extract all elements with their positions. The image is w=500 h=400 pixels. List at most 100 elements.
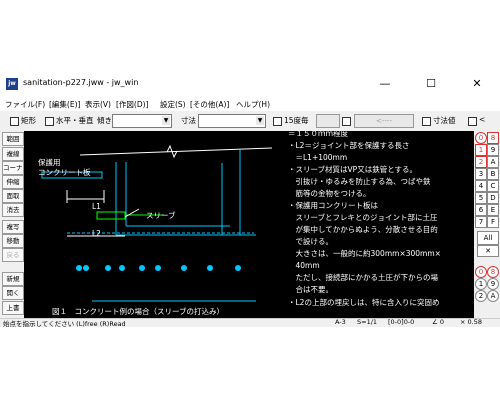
slope-label: 傾き: [97, 116, 112, 125]
menu-file[interactable]: ファイル(F): [5, 99, 45, 110]
dim-select[interactable]: ▼: [198, 114, 266, 128]
status-scale[interactable]: S=1/1: [357, 318, 377, 326]
layer-8[interactable]: 8: [487, 266, 499, 278]
chevron-down-icon: ▼: [256, 116, 264, 125]
menu-edit[interactable]: [編集(E)]: [49, 99, 80, 110]
gravel-hatch: [76, 265, 241, 271]
layer-group-3[interactable]: 3: [475, 168, 487, 180]
note-line: ・L2の上部の埋戻しは、特に含入りに突固め: [288, 298, 440, 307]
layer-group-0[interactable]: 0: [475, 132, 487, 144]
note-line: ・L2＝ジョイント部を保護する長さ: [288, 141, 410, 150]
menu-draw[interactable]: [作図(D)]: [116, 99, 148, 110]
layer-A[interactable]: A: [487, 290, 499, 302]
layer-group-B[interactable]: B: [487, 168, 499, 180]
close-button[interactable]: ✕: [454, 70, 500, 97]
layer-2[interactable]: 2: [475, 290, 487, 302]
tool-chamfer[interactable]: 面取: [2, 189, 24, 203]
deg15-label: 15度毎: [284, 116, 309, 125]
layer-group-1[interactable]: 1: [475, 144, 487, 156]
menu-view[interactable]: 表示(V): [85, 99, 111, 110]
status-bar: 始点を指示してください (L)free (R)Read A-3 S=1/1 [0…: [0, 318, 500, 328]
layer-group-8[interactable]: 8: [487, 132, 499, 144]
tool-corner[interactable]: コーナー: [2, 161, 24, 175]
layer-group-2[interactable]: 2: [475, 156, 487, 168]
dim-label: 寸法: [181, 116, 196, 125]
lt-checkbox[interactable]: [468, 117, 477, 126]
layer-0[interactable]: 0: [475, 266, 487, 278]
note-line: スリーブとフレキとのジョイント部に土圧: [288, 213, 438, 222]
tool-range[interactable]: 範囲: [2, 132, 24, 146]
slope-select[interactable]: ▼: [112, 114, 172, 128]
menu-help[interactable]: ヘルプ(H): [236, 99, 270, 110]
label-l1: L1: [92, 202, 101, 211]
maximize-button[interactable]: ☐: [408, 70, 454, 97]
note-line: 引抜け・ゆるみを防止する為、つばや鉄: [288, 177, 431, 186]
label-l2: L2: [92, 229, 101, 238]
grid-button-left[interactable]: [316, 114, 340, 128]
layer-group-C[interactable]: C: [487, 180, 499, 192]
tool-erase[interactable]: 消去: [2, 203, 24, 217]
hv-checkbox[interactable]: [45, 117, 54, 126]
note-line: 大きさは、一般的に約300mm×300mm×: [288, 249, 441, 258]
tool-offset[interactable]: 複線: [2, 147, 24, 161]
status-paper[interactable]: A-3: [335, 318, 346, 326]
status-layer[interactable]: [0-0]0-0: [388, 318, 414, 326]
arrows-button[interactable]: <----: [354, 114, 414, 128]
window-title: sanitation-p227.jww - jw_win: [23, 78, 139, 87]
lt-label: <: [479, 115, 486, 124]
note-line: が集中してかからぬよう、分散させる目的: [288, 225, 438, 234]
status-message: 始点を指示してください (L)free (R)Read: [3, 320, 126, 328]
tool-overwrite[interactable]: 上書: [2, 301, 24, 315]
note-line: ただし、接続部にかかる土圧が下からの場: [288, 273, 438, 282]
layer-group-7[interactable]: 7: [475, 216, 487, 228]
tool-undo[interactable]: 戻る: [2, 248, 24, 262]
tool-open[interactable]: 開く: [2, 286, 24, 300]
sleeve-rect: [96, 211, 126, 220]
dimval-label: 寸法値: [433, 116, 456, 125]
tool-move[interactable]: 移動: [2, 234, 24, 248]
tool-copy[interactable]: 複写: [2, 220, 24, 234]
deg15-checkbox[interactable]: [273, 117, 282, 126]
status-angle[interactable]: ∠ 0: [432, 318, 444, 326]
layer-group-6[interactable]: 6: [475, 204, 487, 216]
note-line: 合は不要。: [288, 285, 333, 294]
note-line: ・保護用コンクリート板は: [288, 201, 378, 210]
layer-group-E[interactable]: E: [487, 204, 499, 216]
rect-checkbox[interactable]: [10, 117, 19, 126]
title-bar: jw sanitation-p227.jww - jw_win — ☐ ✕: [0, 70, 500, 97]
rect-label: 矩形: [21, 116, 36, 125]
menu-settings[interactable]: 設定(S): [160, 99, 186, 110]
right-layer-palette: 0 8 1 9 2 A 3 B 4 C 5 D 6 E 7 F All ✕ 0 …: [474, 131, 500, 318]
jw-win-window: jw sanitation-p227.jww - jw_win — ☐ ✕ ファ…: [0, 70, 500, 328]
sleeve-leader: [124, 208, 140, 218]
layer-group-D[interactable]: D: [487, 192, 499, 204]
layer-group-9[interactable]: 9: [487, 144, 499, 156]
hv-label: 水平・垂直: [56, 116, 94, 125]
figure-caption: 図１ コンクリート例の場合（スリーブの打込み）: [52, 307, 225, 316]
note-line: で設ける。: [288, 237, 333, 246]
menu-bar: ファイル(F) [編集(E)] 表示(V) [作図(D)] 設定(S) [その他…: [0, 97, 500, 111]
layer-group-4[interactable]: 4: [475, 180, 487, 192]
arrows-checkbox[interactable]: [342, 117, 351, 126]
chevron-down-icon: ▼: [162, 116, 170, 125]
note-line: 40mm: [288, 261, 320, 270]
app-icon: jw: [6, 78, 18, 90]
left-tool-palette: 範囲 複線 コーナー 伸縮 面取 消去 複写 移動 戻る 新規 開く 上書: [0, 131, 24, 318]
layer-1[interactable]: 1: [475, 278, 487, 290]
note-line: ＝１５０ｍｍ程度: [288, 131, 348, 138]
layer-all-button[interactable]: All: [477, 231, 499, 245]
status-zoom[interactable]: × 0.58: [460, 318, 482, 326]
drawing-canvas[interactable]: 保護用 コンクリート板 スリーブ L1 L2 図１ コンクリート例の場合（スリー…: [24, 131, 474, 318]
tool-extend[interactable]: 伸縮: [2, 175, 24, 189]
menu-other[interactable]: [その他(A)]: [190, 99, 229, 110]
layer-group-F[interactable]: F: [487, 216, 499, 228]
tool-new[interactable]: 新規: [2, 272, 24, 286]
dimval-checkbox[interactable]: [422, 117, 431, 126]
minimize-button[interactable]: —: [362, 70, 408, 97]
layer-9[interactable]: 9: [487, 278, 499, 290]
layer-group-A[interactable]: A: [487, 156, 499, 168]
note-line: ・スリーブ材質はVP又は鉄管とする。: [288, 165, 417, 174]
layer-group-5[interactable]: 5: [475, 192, 487, 204]
layer-x-button[interactable]: ✕: [477, 245, 499, 257]
note-line: ＝L1+100mm: [288, 153, 348, 162]
